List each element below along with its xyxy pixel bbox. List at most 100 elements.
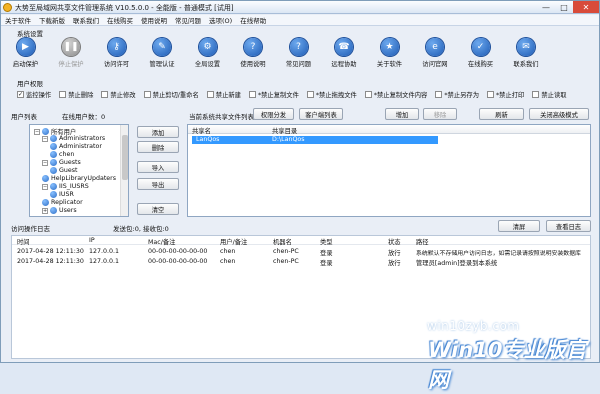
checkbox-unchecked-icon[interactable] xyxy=(59,91,67,98)
permission-checkbox-2[interactable]: 禁止修改 xyxy=(101,90,136,99)
add-share-button[interactable]: 增加 xyxy=(385,108,419,120)
toolbar-button-10[interactable]: ✓ 在线购买 xyxy=(459,36,502,72)
tree-item[interactable]: − Guests xyxy=(42,159,81,166)
close-button[interactable]: ✕ xyxy=(573,1,599,13)
permission-checkbox-1[interactable]: 禁止删除 xyxy=(59,90,93,99)
column-mac[interactable]: Mac/备注 xyxy=(148,237,175,246)
permission-checkbox-4[interactable]: 禁止新建 xyxy=(206,90,241,99)
clear-users-button[interactable]: 清空 xyxy=(137,203,179,215)
tree-expander-icon[interactable]: − xyxy=(42,135,48,142)
tree-item[interactable]: Administrator xyxy=(50,143,102,150)
checkbox-unchecked-icon[interactable] xyxy=(364,91,372,98)
user-tree[interactable]: − 所有用户 − Administrators Administrator chen − Gu… xyxy=(29,124,129,217)
column-time[interactable]: 时间 xyxy=(17,237,30,246)
user-group-icon xyxy=(50,183,57,190)
clear-log-button[interactable]: 清屏 xyxy=(498,220,540,232)
menu-about[interactable]: 关于软件 xyxy=(1,15,35,25)
toolbar-button-5[interactable]: ? 使用说明 xyxy=(232,36,275,72)
checkbox-unchecked-icon[interactable] xyxy=(206,91,214,98)
permission-checkbox-0[interactable]: ✓ 监控操作 xyxy=(17,90,51,99)
faq-icon: ? xyxy=(289,38,308,56)
checkbox-unchecked-icon[interactable] xyxy=(532,91,540,98)
permission-checkbox-3[interactable]: 禁止剪切/重命名 xyxy=(143,90,199,99)
menu-manual[interactable]: 使用说明 xyxy=(137,15,171,25)
import-button[interactable]: 导入 xyxy=(137,161,179,173)
client-list-button[interactable]: 客户端列表 xyxy=(299,108,343,120)
close-advanced-mode-button[interactable]: 关闭高级模式 xyxy=(529,108,589,120)
permission-checkbox-7[interactable]: *禁止复制文件内容 xyxy=(364,90,427,99)
column-user[interactable]: 用户/备注 xyxy=(220,237,247,246)
checkbox-checked-icon[interactable]: ✓ xyxy=(17,91,24,98)
title-bar[interactable]: 大势至局域网共享文件管理系统 V10.5.0.0 - 全能版 - 普通模式 [试… xyxy=(1,1,599,14)
checkbox-unchecked-icon[interactable] xyxy=(143,91,151,98)
table-row[interactable]: 2017-04-28 12:11:30 127.0.0.1 00-00-00-0… xyxy=(12,248,590,257)
tree-item[interactable]: + Users xyxy=(42,207,77,214)
permission-checkbox-6[interactable]: *禁止拖拽文件 xyxy=(306,90,357,99)
permission-checkbox-8[interactable]: *禁止另存为 xyxy=(435,90,479,99)
table-row[interactable]: 2017-04-28 12:11:30 127.0.0.1 00-00-00-0… xyxy=(12,258,590,267)
refresh-button[interactable]: 刷新 xyxy=(479,108,524,120)
tree-expander-icon[interactable]: + xyxy=(42,207,48,214)
checkbox-unchecked-icon[interactable] xyxy=(435,91,443,98)
toolbar-button-1[interactable]: ❚❚ 停止保护 xyxy=(50,36,93,72)
add-user-button[interactable]: 添加 xyxy=(137,126,179,138)
delete-user-button[interactable]: 删除 xyxy=(137,141,179,153)
column-ip[interactable]: IP xyxy=(89,237,95,244)
column-status[interactable]: 状态 xyxy=(388,237,401,246)
export-button[interactable]: 导出 xyxy=(137,178,179,190)
permission-checkbox-9[interactable]: *禁止打印 xyxy=(487,90,524,99)
menu-options[interactable]: 选项(O) xyxy=(205,15,236,25)
maximize-button[interactable]: □ xyxy=(555,1,573,13)
tree-item[interactable]: Replicator xyxy=(42,199,83,206)
toolbar-button-2[interactable]: ⚷ 访问许可 xyxy=(95,36,138,72)
column-path[interactable]: 路径 xyxy=(416,237,429,246)
tree-item[interactable]: chen xyxy=(50,151,74,158)
permission-label: 监控操作 xyxy=(26,92,52,99)
toolbar-button-7[interactable]: ☎ 远程协助 xyxy=(323,36,366,72)
menu-buy[interactable]: 在线购买 xyxy=(103,15,137,25)
tree-item[interactable]: − IIS_IUSRS xyxy=(42,183,89,190)
menu-help[interactable]: 在线帮助 xyxy=(236,15,270,25)
toolbar-button-6[interactable]: ? 常见问题 xyxy=(277,36,320,72)
column-share-dir[interactable]: 共享目录 xyxy=(272,126,297,135)
share-list-label: 当前系统共享文件列表 xyxy=(189,113,254,121)
permission-checkbox-10[interactable]: 禁止读取 xyxy=(532,90,567,99)
tree-item-label: Guest xyxy=(59,167,78,174)
log-path-cell: 管理员[admin]登录到本系统 xyxy=(416,260,498,267)
remove-share-button[interactable]: 移除 xyxy=(423,108,457,120)
toolbar-button-9[interactable]: e 访问官网 xyxy=(414,36,457,72)
column-share-name[interactable]: 共享名 xyxy=(192,126,211,135)
menu-contact[interactable]: 联系我们 xyxy=(69,15,103,25)
permission-distribute-button[interactable]: 权限分发 xyxy=(253,108,294,120)
minimize-button[interactable]: — xyxy=(537,1,555,13)
user-tree-scrollbar[interactable] xyxy=(120,125,128,216)
scrollbar-thumb[interactable] xyxy=(122,135,128,180)
toolbar-button-label: 访问许可 xyxy=(103,61,130,68)
checkbox-unchecked-icon[interactable] xyxy=(306,91,314,98)
toolbar-button-4[interactable]: ⚙ 全局设置 xyxy=(186,36,229,72)
tree-expander-icon[interactable]: − xyxy=(42,159,48,166)
tree-item[interactable]: HelpLibraryUpdaters xyxy=(42,175,116,182)
tree-item[interactable]: Guest xyxy=(50,167,78,174)
tree-expander-icon[interactable]: − xyxy=(42,183,48,190)
tree-item[interactable]: IUSR xyxy=(50,191,74,198)
permission-checkbox-5[interactable]: *禁止复制文件 xyxy=(248,90,299,99)
menu-download[interactable]: 下载新版 xyxy=(35,15,69,25)
tree-expander-icon[interactable]: − xyxy=(34,128,40,135)
toolbar-button-11[interactable]: ✉ 联系我们 xyxy=(505,36,548,72)
checkbox-unchecked-icon[interactable] xyxy=(248,91,256,98)
user-group-icon xyxy=(42,128,49,135)
view-log-button[interactable]: 查看日志 xyxy=(546,220,591,232)
toolbar-button-label: 在线购买 xyxy=(467,61,494,68)
checkbox-unchecked-icon[interactable] xyxy=(101,91,109,98)
column-type[interactable]: 类型 xyxy=(320,237,333,246)
column-machine[interactable]: 机器名 xyxy=(273,237,292,246)
share-table[interactable]: 共享名 共享目录 LanQos D:\LanQos xyxy=(187,124,591,217)
table-row[interactable]: LanQos D:\LanQos xyxy=(192,136,438,144)
checkbox-unchecked-icon[interactable] xyxy=(487,91,494,98)
toolbar-button-8[interactable]: ★ 关于软件 xyxy=(368,36,411,72)
menu-faq[interactable]: 常见问题 xyxy=(171,15,205,25)
toolbar-button-3[interactable]: ✎ 管理认证 xyxy=(141,36,184,72)
tree-item[interactable]: − Administrators xyxy=(42,135,105,142)
toolbar-button-0[interactable]: ▶ 启动保护 xyxy=(4,36,47,72)
